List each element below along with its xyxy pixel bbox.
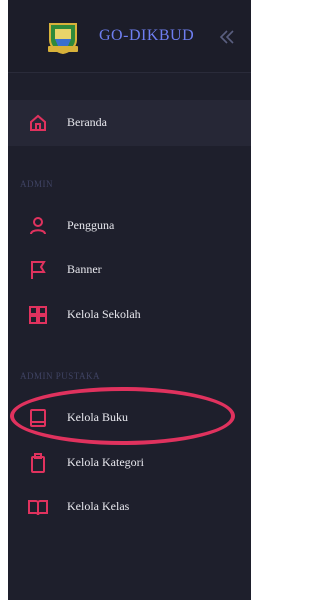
app-title: GO-DIKBUD [99,27,195,44]
section-label-admin-pustaka: ADMIN PUSTAKA [20,371,101,381]
sidebar-header: GO-DIKBUD [8,0,251,73]
menu-item-kelola-kelas[interactable]: Kelola Kelas [8,487,251,527]
menu-item-pengguna[interactable]: Pengguna [8,206,251,246]
menu-label-kelola-kategori: Kelola Kategori [67,455,144,469]
sidebar: GO-DIKBUD Beranda ADMIN Pengguna Banner [8,0,251,600]
grid-icon [29,306,47,324]
highlight-annotation [10,387,235,445]
menu-label-pengguna: Pengguna [67,218,115,232]
menu-label-kelola-kelas: Kelola Kelas [67,499,130,513]
home-icon [30,114,46,131]
double-chevron-left-icon[interactable] [218,28,236,46]
menu-label-banner: Banner [67,262,102,276]
crest-logo-icon[interactable] [46,22,80,54]
open-book-icon [28,500,48,516]
menu-label-kelola-sekolah: Kelola Sekolah [67,307,141,321]
flag-icon [31,261,46,279]
user-icon [30,217,46,235]
menu-label-beranda: Beranda [67,115,107,129]
clipboard-icon [31,453,45,473]
menu-item-beranda[interactable]: Beranda [8,103,251,143]
section-label-admin: ADMIN [20,179,53,189]
menu-item-banner[interactable]: Banner [8,250,251,290]
menu-item-kelola-kategori[interactable]: Kelola Kategori [8,443,251,483]
menu-item-kelola-sekolah[interactable]: Kelola Sekolah [8,295,251,335]
